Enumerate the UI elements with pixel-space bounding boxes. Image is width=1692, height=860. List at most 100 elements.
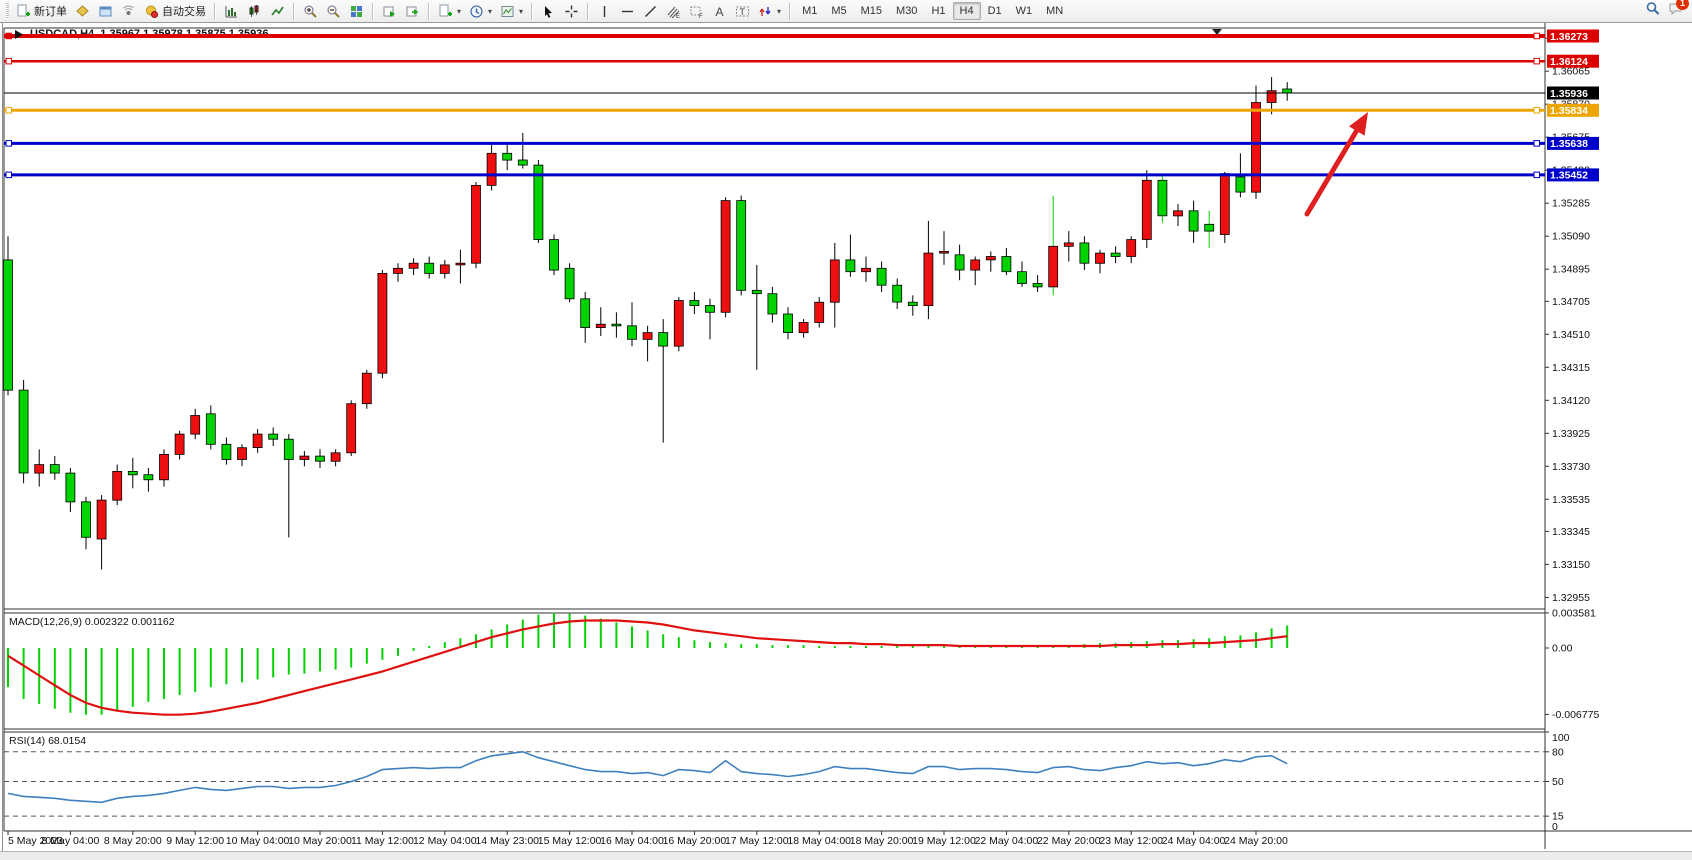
candle-body — [518, 160, 527, 165]
horizontal-line-button[interactable] — [616, 1, 639, 22]
candle-body — [347, 404, 356, 453]
text-button[interactable]: A — [708, 1, 731, 22]
candle-body — [1080, 243, 1089, 263]
chart-shift-button[interactable] — [401, 1, 424, 22]
crosshair-button[interactable] — [560, 1, 583, 22]
candle-body — [877, 268, 886, 285]
zoom-out-button[interactable] — [322, 1, 345, 22]
candle-body — [752, 290, 761, 293]
crosshair-icon — [564, 4, 579, 19]
candlestick-chart-button[interactable] — [243, 1, 266, 22]
candle-body — [50, 465, 59, 474]
price-tick-label: 1.32955 — [1552, 592, 1590, 604]
line-anchor-left[interactable] — [6, 108, 12, 114]
autotrade-icon — [144, 4, 159, 19]
candle-body — [66, 473, 75, 502]
new-chart-button[interactable]: ▾ — [434, 1, 465, 22]
trendline-button[interactable] — [639, 1, 662, 22]
text-label-button[interactable]: T — [731, 1, 754, 22]
price-tick-label: 1.35090 — [1552, 231, 1590, 243]
metaeditor-button[interactable] — [71, 1, 94, 22]
toolbar-grip — [6, 3, 9, 19]
signals-button[interactable] — [117, 1, 140, 22]
auto-arrange-button[interactable] — [378, 1, 401, 22]
arrows-button[interactable]: ▾ — [754, 1, 785, 22]
search-button[interactable] — [1645, 1, 1660, 21]
toolbar-separator — [428, 3, 430, 20]
autotrading-button-label: 自动交易 — [162, 3, 206, 19]
candle-body — [425, 263, 434, 273]
price-badge-label: 1.36273 — [1550, 31, 1588, 43]
candle-body — [472, 185, 481, 263]
line-anchor-left[interactable] — [6, 58, 12, 64]
arrange-icon — [382, 4, 397, 19]
mt4-application: 新订单自动交易▾▾▾EFAT▾M1M5M15M30H1H4D1W1MN1 USD… — [0, 0, 1692, 860]
timeframe-m30-button[interactable]: M30 — [889, 2, 924, 20]
autotrading-button[interactable]: 自动交易 — [140, 1, 210, 22]
chart-window[interactable]: USDCAD,H4 1.35967 1.35978 1.35875 1.3593… — [0, 23, 1692, 860]
timeframe-m5-button[interactable]: M5 — [824, 2, 853, 20]
chart-window-button[interactable] — [94, 1, 117, 22]
candle-body — [238, 448, 247, 460]
line-anchor-right[interactable] — [1534, 172, 1540, 178]
candle-body — [1127, 240, 1136, 257]
candle-body — [35, 465, 44, 474]
candle-body — [1252, 103, 1261, 193]
channel-button[interactable]: F — [685, 1, 708, 22]
zoom-in-button[interactable] — [299, 1, 322, 22]
add-chart-icon — [438, 4, 453, 19]
timeframe-mn-button[interactable]: MN — [1039, 2, 1070, 20]
shift-icon — [405, 4, 420, 19]
candle-body — [799, 323, 808, 333]
candle-body — [1018, 272, 1027, 284]
line-anchor-left[interactable] — [6, 172, 12, 178]
notifications-button[interactable]: 1 — [1668, 1, 1683, 21]
clock-icon — [469, 4, 484, 19]
timeframe-m15-button[interactable]: M15 — [854, 2, 889, 20]
chevron-down-icon: ▾ — [519, 7, 523, 16]
tile-windows-button[interactable] — [345, 1, 368, 22]
rsi-tick-label: 0 — [1552, 821, 1558, 833]
candle-body — [612, 324, 621, 326]
tile-windows-icon — [349, 4, 364, 19]
price-tick-label: 1.34315 — [1552, 362, 1590, 374]
template-icon — [500, 4, 515, 19]
candle-body — [160, 454, 169, 479]
date-label: 17 May 12:00 — [725, 835, 789, 847]
date-label: 24 May 04:00 — [1162, 835, 1226, 847]
periods-button[interactable]: ▾ — [465, 1, 496, 22]
bar-chart-button[interactable] — [220, 1, 243, 22]
timeframe-h1-button[interactable]: H1 — [924, 2, 952, 20]
line-anchor-left[interactable] — [6, 33, 12, 39]
candle-body — [82, 502, 91, 538]
candle-body — [737, 201, 746, 291]
templates-button[interactable]: ▾ — [496, 1, 527, 22]
line-chart-button[interactable] — [266, 1, 289, 22]
timeframe-w1-button[interactable]: W1 — [1009, 2, 1040, 20]
price-badge-label: 1.35834 — [1550, 105, 1588, 117]
price-tick-label: 1.34510 — [1552, 329, 1590, 341]
line-anchor-right[interactable] — [1534, 108, 1540, 114]
line-anchor-right[interactable] — [1534, 58, 1540, 64]
cursor-button[interactable] — [537, 1, 560, 22]
vertical-line-button[interactable] — [593, 1, 616, 22]
line-anchor-left[interactable] — [6, 141, 12, 147]
timeframe-m1-button[interactable]: M1 — [795, 2, 824, 20]
candle-body — [1033, 284, 1042, 287]
timeframe-h4-button[interactable]: H4 — [953, 2, 981, 20]
new-order-button[interactable]: 新订单 — [12, 1, 71, 22]
fibonacci-button[interactable]: E — [662, 1, 685, 22]
candle-body — [19, 390, 28, 473]
candle-body — [222, 444, 231, 459]
line-anchor-right[interactable] — [1534, 33, 1540, 39]
timeframe-d1-button[interactable]: D1 — [981, 2, 1009, 20]
cursor-icon — [541, 4, 556, 19]
toolbar-separator — [214, 3, 216, 20]
line-anchor-right[interactable] — [1534, 141, 1540, 147]
zoom-out-icon — [326, 4, 341, 19]
bar-chart-icon — [224, 4, 239, 19]
chart-canvas[interactable]: 1.362601.360651.358701.356751.354801.352… — [0, 23, 1692, 860]
rsi-tick-label: 50 — [1552, 776, 1564, 788]
price-tick-label: 1.35285 — [1552, 198, 1590, 210]
candle-body — [206, 414, 215, 445]
